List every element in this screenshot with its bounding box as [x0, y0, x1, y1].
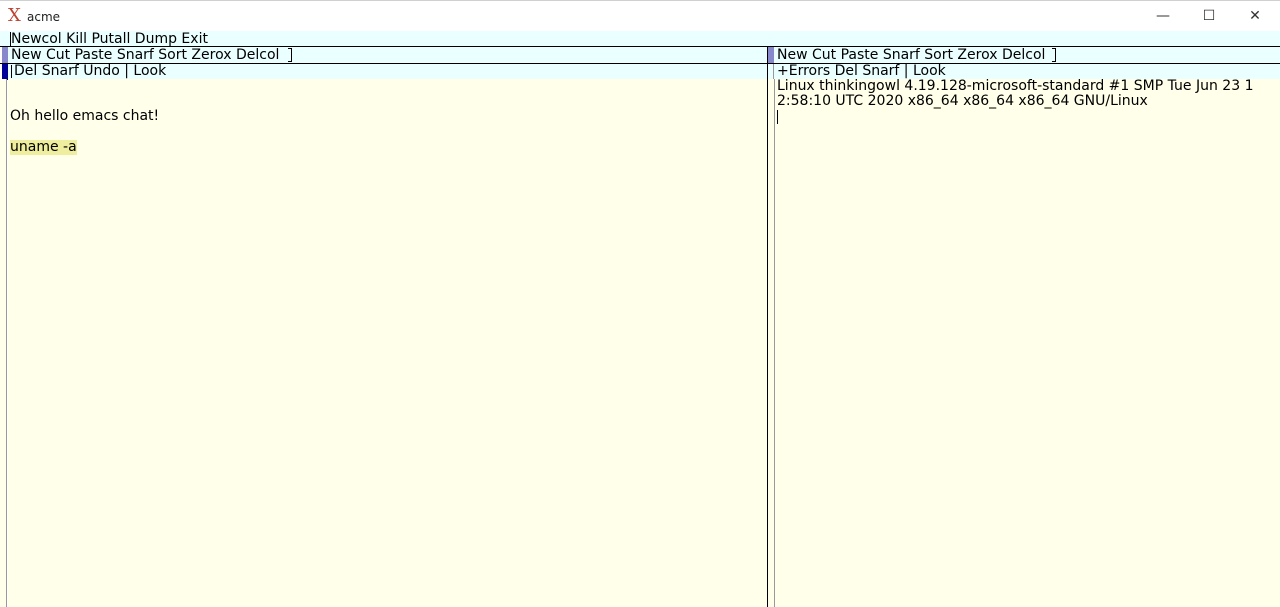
main-tag-text[interactable]: Newcol Kill Putall Dump Exit	[11, 31, 208, 47]
window-titlebar[interactable]: X acme — ☐ ✕	[0, 0, 1280, 31]
tag-end-marker	[288, 48, 292, 62]
selected-command[interactable]: uname -a	[10, 140, 77, 155]
left-column-tag-text[interactable]: New Cut Paste Snarf Sort Zerox Delcol	[11, 47, 279, 63]
left-scroll-thumb[interactable]	[0, 79, 7, 607]
right-scrollbar[interactable]	[768, 79, 775, 607]
x11-logo-icon: X	[8, 5, 21, 26]
main-tag-bar[interactable]: Newcol Kill Putall Dump Exit	[0, 31, 1280, 47]
left-window-tag[interactable]: Del Snarf Undo | Look	[8, 64, 767, 79]
right-window-tag[interactable]: +Errors Del Snarf | Look	[774, 64, 1280, 79]
tag-cursor	[11, 65, 12, 78]
body-line: Oh hello emacs chat!	[10, 108, 160, 124]
right-scroll-thumb[interactable]	[768, 79, 775, 607]
left-window-body[interactable]: Oh hello emacs chat! uname -a	[8, 79, 767, 607]
right-column-tag[interactable]: New Cut Paste Snarf Sort Zerox Delcol	[774, 47, 1280, 63]
close-button[interactable]: ✕	[1232, 1, 1278, 32]
text-cursor	[777, 110, 778, 124]
left-scrollbar[interactable]	[0, 79, 7, 607]
left-column-tag[interactable]: New Cut Paste Snarf Sort Zerox Delcol	[8, 47, 767, 63]
window-title: acme	[27, 10, 61, 24]
tag-end-marker	[1052, 48, 1056, 62]
minimize-button[interactable]: —	[1140, 1, 1186, 32]
left-window-tag-text[interactable]: Del Snarf Undo | Look	[14, 64, 166, 79]
errors-window-body[interactable]: Linux thinkingowl 4.19.128-microsoft-sta…	[775, 79, 1280, 607]
maximize-button[interactable]: ☐	[1186, 1, 1232, 32]
right-column-tag-text[interactable]: New Cut Paste Snarf Sort Zerox Delcol	[777, 47, 1045, 63]
output-line: Linux thinkingowl 4.19.128-microsoft-sta…	[777, 78, 1254, 94]
right-window-tag-text[interactable]: +Errors Del Snarf | Look	[777, 64, 946, 79]
output-line: 2:58:10 UTC 2020 x86_64 x86_64 x86_64 GN…	[777, 93, 1148, 109]
